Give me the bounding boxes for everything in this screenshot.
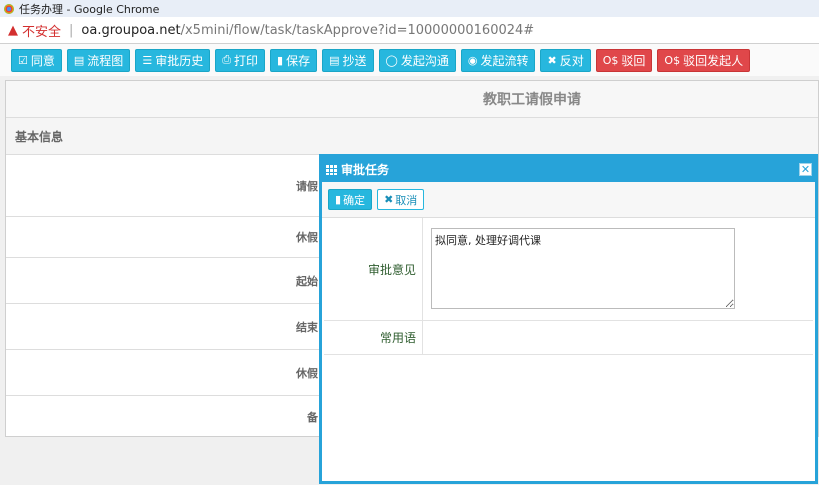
- check-icon: ☑: [18, 53, 28, 67]
- list-icon: ☰: [142, 53, 153, 67]
- url-path[interactable]: /x5mini/flow/task/taskApprove?id=1000000…: [181, 23, 535, 38]
- address-separator: |: [69, 22, 74, 38]
- warning-icon[interactable]: ▲: [8, 23, 18, 38]
- cross-icon: ✖: [547, 53, 557, 67]
- phrases-field[interactable]: [422, 321, 813, 354]
- chat-icon: ◯: [385, 53, 398, 67]
- print-icon: ⎙: [222, 53, 232, 66]
- insecure-label[interactable]: 不安全: [22, 21, 61, 40]
- cc-icon: ▤: [329, 53, 340, 67]
- reject-button[interactable]: Ο$ 驳回: [595, 48, 653, 72]
- cancel-button[interactable]: ✖ 取消: [377, 189, 425, 210]
- print-button[interactable]: ⎙ 打印: [215, 48, 266, 72]
- approval-history-button[interactable]: ☰ 审批历史: [135, 48, 211, 72]
- close-icon[interactable]: ✕: [799, 163, 812, 176]
- start-transfer-button[interactable]: ◉ 发起流转: [460, 48, 536, 72]
- chrome-icon: [4, 3, 14, 14]
- opinion-label: 审批意见: [367, 262, 416, 277]
- dialog-title: 审批任务: [341, 163, 390, 177]
- opinion-row: 审批意见 拟同意, 处理好调代课: [324, 218, 813, 321]
- phrases-label: 常用语: [379, 331, 416, 345]
- reject-to-initiator-button[interactable]: Ο$ 驳回发起人: [657, 48, 751, 72]
- dialog-header[interactable]: 审批任务: [322, 157, 815, 182]
- oppose-button[interactable]: ✖ 反对: [540, 48, 591, 72]
- save-button[interactable]: ▮ 保存: [270, 48, 318, 72]
- flowchart-icon: ▤: [73, 53, 85, 67]
- action-toolbar: ☑ 同意 ▤ 流程图 ☰ 审批历史 ⎙ 打印 ▮ 保存 ▤ 抄送 ◯ 发起沟通 ◉ 发起流转 ✖…: [0, 44, 819, 76]
- start-communication-button[interactable]: ◯ 发起沟通: [378, 48, 456, 72]
- cc-button[interactable]: ▤ 抄送: [322, 48, 374, 72]
- window-titlebar: 任务办理 - Google Chrome: [0, 0, 819, 17]
- approve-task-dialog: 审批任务 ✕ ▮ 确定 ✖ 取消 审批意见 拟同意, 处理好调代课 常用语: [319, 154, 818, 484]
- flowchart-button[interactable]: ▤ 流程图: [66, 48, 131, 72]
- window-title: 任务办理 - Google Chrome: [19, 2, 160, 16]
- opinion-textarea[interactable]: 拟同意, 处理好调代课: [431, 228, 735, 309]
- url-host[interactable]: oa.groupoa.net: [81, 23, 180, 38]
- opinion-field: 拟同意, 处理好调代课: [422, 218, 813, 320]
- transfer-icon: ◉: [467, 53, 478, 67]
- dialog-toolbar: ▮ 确定 ✖ 取消: [322, 182, 815, 218]
- phrases-row: 常用语: [324, 321, 813, 355]
- reject-icon: Ο$: [602, 53, 619, 67]
- cross-icon: ✖: [384, 193, 394, 206]
- save-icon: ▮: [277, 53, 284, 67]
- grid-icon: [326, 164, 337, 175]
- section-basic-info: 基本信息: [6, 118, 818, 155]
- save-icon: ▮: [335, 193, 342, 206]
- address-bar[interactable]: ▲ 不安全 | oa.groupoa.net /x5mini/flow/task…: [0, 17, 819, 44]
- form-title: 教职工请假申请: [6, 81, 818, 118]
- reject-icon: Ο$: [664, 53, 681, 67]
- confirm-button[interactable]: ▮ 确定: [328, 189, 373, 210]
- agree-button[interactable]: ☑ 同意: [11, 48, 62, 72]
